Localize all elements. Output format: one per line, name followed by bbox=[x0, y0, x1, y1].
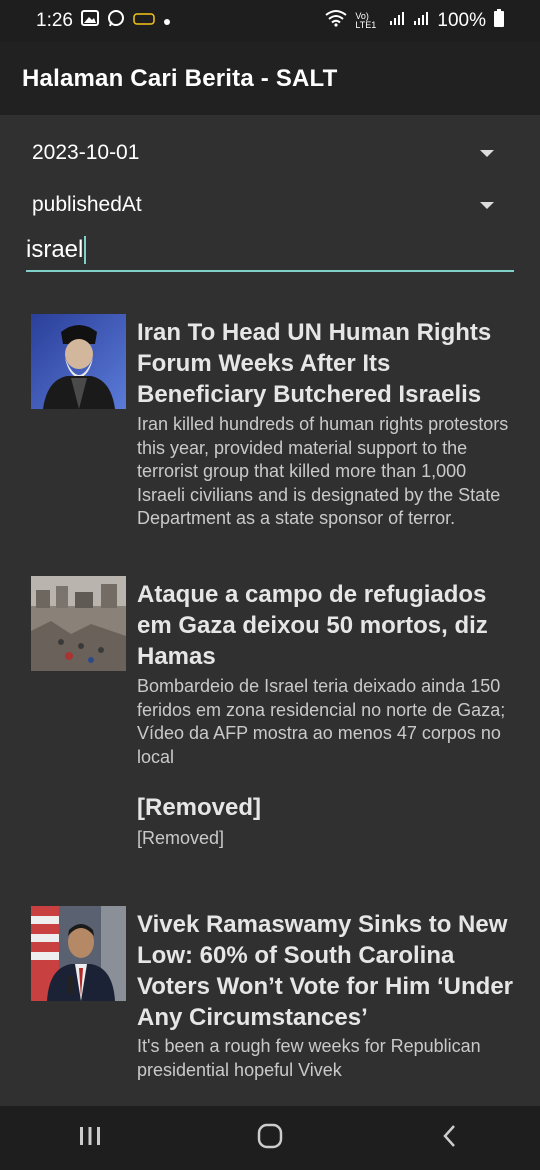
article-description: [Removed] bbox=[137, 828, 225, 848]
home-button[interactable] bbox=[240, 1118, 300, 1158]
search-input[interactable]: israel bbox=[26, 230, 514, 272]
status-time: 1:26 bbox=[36, 10, 73, 31]
app-notification-icon bbox=[133, 10, 155, 32]
signal-icon bbox=[389, 10, 405, 32]
article-list[interactable]: Iran To Head UN Human Rights Forum Weeks… bbox=[0, 300, 540, 1106]
gallery-icon bbox=[80, 10, 99, 32]
article-thumbnail bbox=[31, 576, 126, 671]
article-description: Iran killed hundreds of human rights pro… bbox=[137, 414, 509, 528]
recents-icon bbox=[78, 1125, 102, 1152]
article-thumbnail bbox=[31, 906, 126, 1001]
whatsapp-icon bbox=[107, 9, 125, 33]
signal-icon bbox=[413, 10, 429, 32]
sort-dropdown[interactable]: publishedAt bbox=[32, 183, 498, 227]
sort-value: publishedAt bbox=[32, 193, 142, 216]
article-title: Ataque a campo de refugiados em Gaza dei… bbox=[137, 581, 488, 670]
search-text: israel bbox=[26, 236, 84, 263]
article-title: [Removed] bbox=[137, 794, 262, 821]
app-bar: Halaman Cari Berita - SALT bbox=[0, 42, 540, 115]
article-thumbnail bbox=[31, 314, 126, 409]
article-title: Iran To Head UN Human Rights Forum Weeks… bbox=[137, 319, 492, 408]
back-button[interactable] bbox=[420, 1118, 480, 1158]
status-bar: 1:26 Vo) LTE1 100% bbox=[0, 0, 540, 42]
dropdown-arrow-icon bbox=[480, 149, 494, 157]
article-description: It's been a rough few weeks for Republic… bbox=[137, 1036, 481, 1080]
page-title: Halaman Cari Berita - SALT bbox=[22, 64, 338, 92]
home-icon bbox=[257, 1123, 283, 1154]
network-label: Vo) LTE1 bbox=[355, 11, 377, 30]
status-right: Vo) LTE1 100% bbox=[325, 9, 504, 33]
text-cursor bbox=[84, 236, 87, 264]
battery-percent: 100% bbox=[437, 10, 486, 31]
battery-icon bbox=[494, 9, 504, 33]
date-dropdown[interactable]: 2023-10-01 bbox=[32, 131, 498, 175]
dropdown-arrow-icon bbox=[480, 201, 494, 209]
article-description: Bombardeio de Israel teria deixado ainda… bbox=[137, 676, 506, 767]
article-title: Vivek Ramaswamy Sinks to New Low: 60% of… bbox=[137, 911, 514, 1031]
dot-icon bbox=[163, 10, 171, 32]
status-left: 1:26 bbox=[36, 9, 171, 33]
wifi-icon bbox=[325, 9, 348, 33]
system-nav-bar bbox=[0, 1106, 540, 1170]
back-icon bbox=[442, 1124, 458, 1153]
date-value: 2023-10-01 bbox=[32, 141, 140, 164]
recents-button[interactable] bbox=[60, 1118, 120, 1158]
